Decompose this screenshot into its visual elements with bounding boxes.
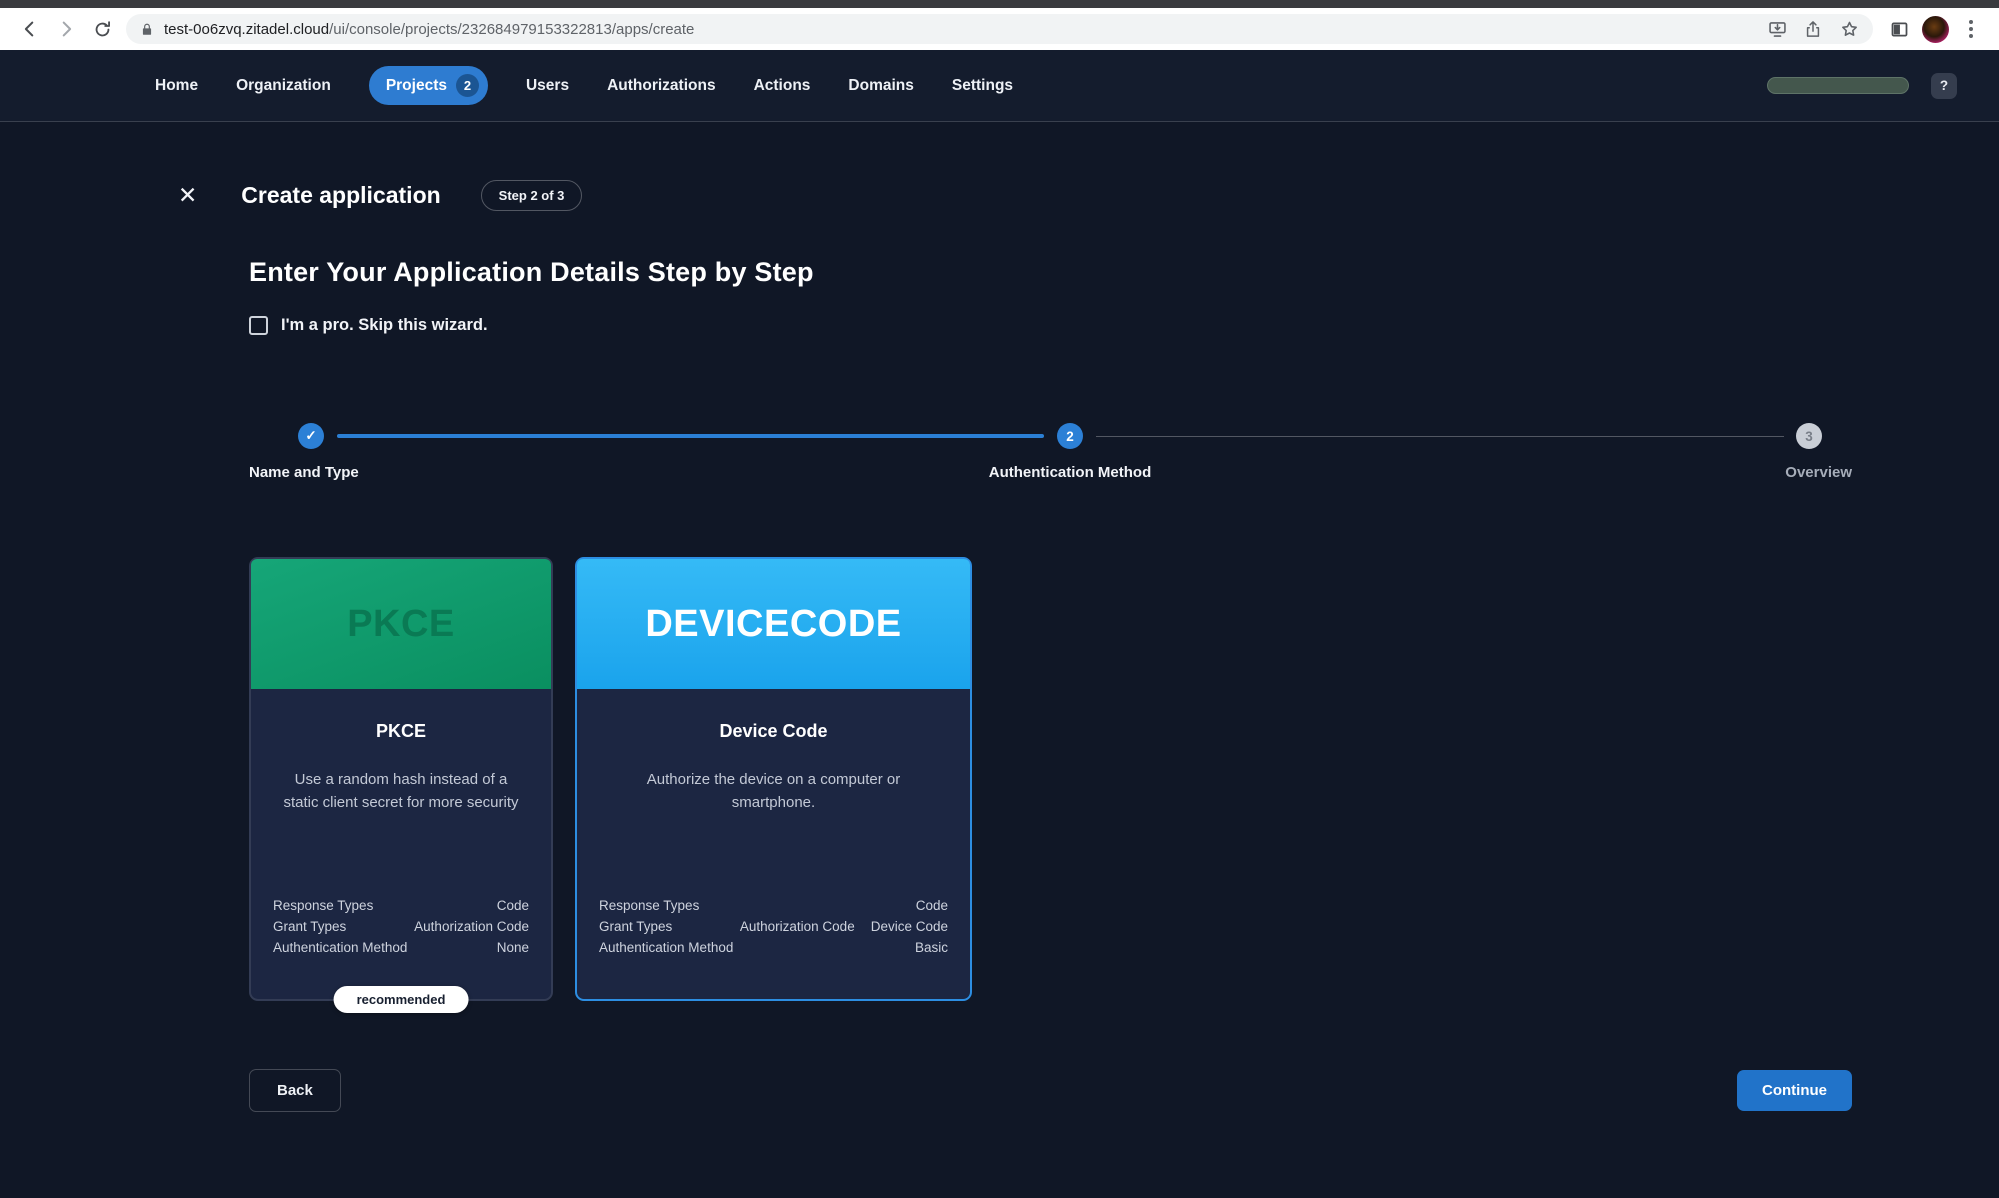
devicecode-card-details: Response Types Code Grant Types Authoriz… xyxy=(599,898,948,955)
pkce-card-title: PKCE xyxy=(273,721,529,742)
skip-wizard-checkbox[interactable] xyxy=(249,316,268,335)
recommended-badge: recommended xyxy=(334,986,469,1013)
detail-label: Response Types xyxy=(599,898,699,913)
detail-row: Authentication Method None xyxy=(273,940,529,955)
nav-item-authorizations[interactable]: Authorizations xyxy=(607,77,716,95)
nav-item-users[interactable]: Users xyxy=(526,77,569,95)
wizard-header: ✕ Create application Step 2 of 3 xyxy=(178,180,1852,211)
detail-row: Grant Types Authorization Code Device Co… xyxy=(599,919,948,934)
step-1-label: Name and Type xyxy=(249,464,359,481)
share-icon[interactable] xyxy=(1795,12,1831,46)
lock-icon xyxy=(140,22,154,37)
profile-avatar[interactable] xyxy=(1917,12,1953,46)
wizard-heading: Enter Your Application Details Step by S… xyxy=(249,257,1852,288)
detail-row: Response Types Code xyxy=(599,898,948,913)
url-path: /ui/console/projects/232684979153322813/… xyxy=(329,21,694,38)
detail-label: Grant Types xyxy=(599,919,672,934)
devicecode-card-title: Device Code xyxy=(599,721,948,742)
detail-value: Device Code xyxy=(871,919,948,934)
detail-label: Response Types xyxy=(273,898,373,913)
back-button[interactable]: Back xyxy=(249,1069,341,1112)
pkce-banner: PKCE xyxy=(251,559,551,689)
skip-wizard-label: I'm a pro. Skip this wizard. xyxy=(281,316,488,335)
projects-count-badge: 2 xyxy=(456,74,479,97)
nav-item-home[interactable]: Home xyxy=(155,77,198,95)
devicecode-card-description: Authorize the device on a computer or sm… xyxy=(599,768,948,814)
wizard-body: Enter Your Application Details Step by S… xyxy=(249,257,1852,1112)
wizard-stepper: ✓ 2 3 Name and Type Authentication Metho… xyxy=(249,423,1852,487)
step-3-circle: 3 xyxy=(1796,423,1822,449)
detail-label: Authentication Method xyxy=(599,940,733,955)
forward-icon[interactable] xyxy=(48,12,84,46)
step-2-label: Authentication Method xyxy=(989,464,1151,481)
pkce-card-details: Response Types Code Grant Types Authoriz… xyxy=(273,898,529,955)
reload-icon[interactable] xyxy=(84,12,120,46)
detail-value: Code xyxy=(497,898,529,913)
auth-method-cards: PKCE PKCE Use a random hash instead of a… xyxy=(249,557,1852,1001)
stepper-line-completed xyxy=(337,434,1044,438)
help-button[interactable]: ? xyxy=(1931,73,1957,99)
step-1-circle-check-icon: ✓ xyxy=(298,423,324,449)
detail-value: None xyxy=(497,940,529,955)
auth-method-card-pkce[interactable]: PKCE PKCE Use a random hash instead of a… xyxy=(249,557,553,1001)
pkce-card-body: PKCE Use a random hash instead of a stat… xyxy=(251,689,551,999)
detail-row: Response Types Code xyxy=(273,898,529,913)
wizard-actions: Back Continue xyxy=(249,1069,1852,1112)
console-nav: Home Organization Projects 2 Users Autho… xyxy=(0,50,1999,122)
auth-method-card-devicecode[interactable]: DEVICECODE Device Code Authorize the dev… xyxy=(575,557,972,1001)
url-bar[interactable]: test-0o6zvq.zitadel.cloud/ui/console/pro… xyxy=(126,14,1873,44)
detail-value: Code xyxy=(916,898,948,913)
step-3-label: Overview xyxy=(1785,464,1852,481)
nav-item-projects[interactable]: Projects 2 xyxy=(369,66,488,105)
nav-item-domains[interactable]: Domains xyxy=(848,77,913,95)
stepper-line-upcoming xyxy=(1096,436,1784,437)
close-icon[interactable]: ✕ xyxy=(178,184,197,207)
continue-button[interactable]: Continue xyxy=(1737,1070,1852,1111)
skip-wizard-row[interactable]: I'm a pro. Skip this wizard. xyxy=(249,316,1852,335)
step-2-circle: 2 xyxy=(1057,423,1083,449)
detail-value: Authorization Code xyxy=(740,919,855,934)
avatar xyxy=(1922,16,1949,43)
browser-menu-icon[interactable] xyxy=(1953,12,1989,46)
nav-item-settings[interactable]: Settings xyxy=(952,77,1013,95)
browser-toolbar: test-0o6zvq.zitadel.cloud/ui/console/pro… xyxy=(0,8,1999,50)
devicecode-card-body: Device Code Authorize the device on a co… xyxy=(577,689,970,999)
nav-item-projects-label: Projects xyxy=(386,77,447,95)
browser-tab-strip xyxy=(0,0,1999,8)
side-panel-icon[interactable] xyxy=(1881,12,1917,46)
nav-item-actions[interactable]: Actions xyxy=(754,77,811,95)
detail-value: Basic xyxy=(915,940,948,955)
main-content: ✕ Create application Step 2 of 3 Enter Y… xyxy=(0,122,1999,1112)
detail-label: Authentication Method xyxy=(273,940,407,955)
detail-row: Authentication Method Basic xyxy=(599,940,948,955)
org-context-placeholder[interactable] xyxy=(1767,77,1909,94)
install-app-icon[interactable] xyxy=(1759,12,1795,46)
detail-row: Grant Types Authorization Code xyxy=(273,919,529,934)
pkce-card-description: Use a random hash instead of a static cl… xyxy=(273,768,529,814)
devicecode-banner: DEVICECODE xyxy=(577,559,970,689)
step-progress-badge: Step 2 of 3 xyxy=(481,180,583,211)
bookmark-star-icon[interactable] xyxy=(1831,12,1867,46)
nav-item-organization[interactable]: Organization xyxy=(236,77,331,95)
detail-value: Authorization Code xyxy=(414,919,529,934)
detail-label: Grant Types xyxy=(273,919,346,934)
url-domain: test-0o6zvq.zitadel.cloud xyxy=(164,21,329,38)
back-icon[interactable] xyxy=(12,12,48,46)
page-title: Create application xyxy=(241,182,440,209)
